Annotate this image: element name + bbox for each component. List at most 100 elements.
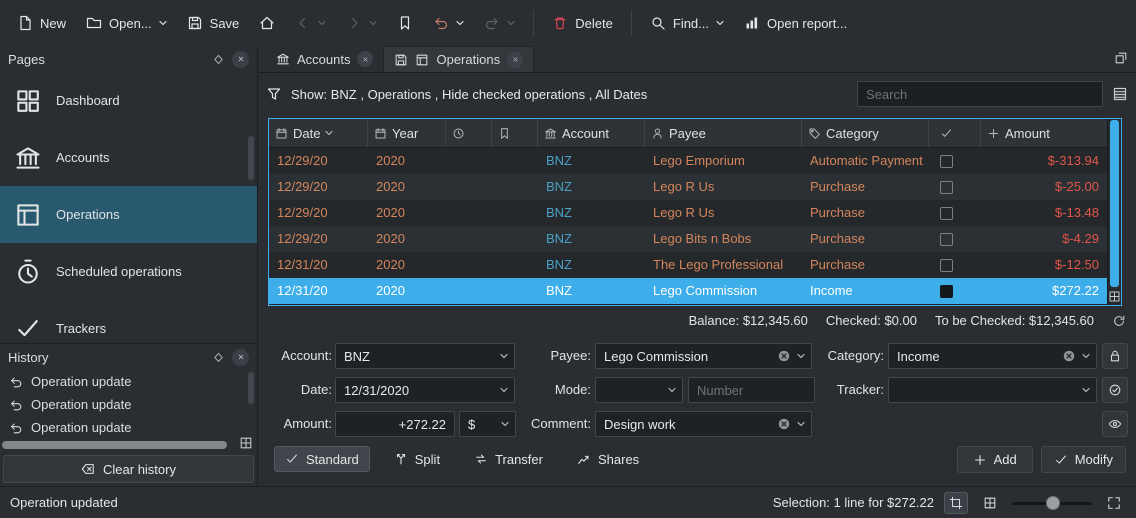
- column-header-account[interactable]: Account: [538, 119, 645, 147]
- payee-combobox[interactable]: Lego Commission: [595, 343, 812, 369]
- sidebar-item-scheduled-operations[interactable]: Scheduled operations: [0, 243, 257, 300]
- back-button[interactable]: [286, 8, 335, 38]
- table-row[interactable]: 12/29/20 2020 BNZ Lego Emporium Automati…: [269, 148, 1107, 174]
- home-button[interactable]: [250, 8, 284, 38]
- calendar-icon: [275, 127, 288, 140]
- sidebar-item-trackers[interactable]: Trackers: [0, 300, 257, 343]
- search-icon: [650, 15, 666, 31]
- date-combobox[interactable]: 12/31/2020: [335, 377, 515, 403]
- history-scrollbar[interactable]: [248, 372, 254, 404]
- column-header-checked[interactable]: [929, 119, 981, 147]
- table-row-selected[interactable]: 12/31/20 2020 BNZ Lego Commission Income…: [269, 278, 1107, 304]
- undo-button[interactable]: [424, 8, 473, 38]
- close-panel-button[interactable]: [232, 51, 249, 68]
- tab-operations[interactable]: Operations: [383, 46, 534, 72]
- column-header-amount[interactable]: Amount: [981, 119, 1107, 147]
- column-header-payee[interactable]: Payee: [645, 119, 802, 147]
- column-header-bookmark[interactable]: [492, 119, 538, 147]
- column-header-date[interactable]: Date: [269, 119, 368, 147]
- freeze-button[interactable]: [1102, 343, 1128, 369]
- dashboard-icon: [14, 87, 42, 115]
- table-scrollbar-thumb[interactable]: [1110, 120, 1119, 287]
- auto-resize-button[interactable]: [944, 492, 968, 514]
- detach-tab-icon[interactable]: [1114, 51, 1128, 65]
- plus-icon: [987, 127, 1000, 140]
- bank-icon: [14, 144, 42, 172]
- zoom-slider-handle[interactable]: [1046, 496, 1060, 510]
- redo-button[interactable]: [475, 8, 524, 38]
- table-row[interactable]: 12/29/20 2020 BNZ Lego Bits n Bobs Purch…: [269, 226, 1107, 252]
- forward-button[interactable]: [337, 8, 386, 38]
- clear-field-icon[interactable]: [777, 417, 791, 431]
- column-header-schedule[interactable]: [446, 119, 492, 147]
- configure-columns-icon: [1108, 290, 1121, 303]
- sidebar-item-operations[interactable]: Operations: [0, 186, 257, 243]
- view-configure-icon[interactable]: [1112, 86, 1128, 102]
- table-row[interactable]: 12/31/20 2020 BNZ The Lego Professional …: [269, 252, 1107, 278]
- fast-edition-button[interactable]: [1102, 411, 1128, 437]
- mode-combobox[interactable]: [595, 377, 683, 403]
- column-header-year[interactable]: Year: [368, 119, 446, 147]
- modify-button[interactable]: Modify: [1041, 446, 1126, 473]
- clear-field-icon[interactable]: [1062, 349, 1076, 363]
- category-combobox[interactable]: Income: [888, 343, 1097, 369]
- clear-history-button[interactable]: Clear history: [3, 455, 254, 483]
- pages-scrollbar[interactable]: [248, 136, 254, 180]
- sidebar-item-dashboard[interactable]: Dashboard: [0, 72, 257, 129]
- table-row[interactable]: 12/29/20 2020 BNZ Lego R Us Purchase $-1…: [269, 200, 1107, 226]
- close-panel-button[interactable]: [232, 349, 249, 366]
- column-header-category[interactable]: Category: [802, 119, 929, 147]
- checked-checkbox[interactable]: [940, 259, 953, 272]
- float-panel-icon[interactable]: [212, 351, 225, 364]
- unit-combobox[interactable]: $: [459, 411, 516, 437]
- delete-button[interactable]: Delete: [543, 8, 622, 38]
- history-horizontal-scrollbar[interactable]: [2, 440, 233, 450]
- chevron-down-icon: [797, 421, 805, 427]
- checked-checkbox[interactable]: [940, 285, 953, 298]
- save-button[interactable]: Save: [178, 8, 249, 38]
- table-settings-button[interactable]: [978, 492, 1002, 514]
- standard-type-button[interactable]: Standard: [274, 446, 370, 472]
- checked-checkbox[interactable]: [940, 155, 953, 168]
- new-button[interactable]: New: [8, 8, 75, 38]
- clear-field-icon[interactable]: [777, 349, 791, 363]
- history-configure-icon[interactable]: [239, 436, 253, 450]
- zoom-fit-button[interactable]: [1102, 492, 1126, 514]
- shares-type-button[interactable]: Shares: [567, 446, 649, 472]
- tab-close-button[interactable]: [507, 52, 523, 68]
- checked-checkbox[interactable]: [940, 207, 953, 220]
- open-report-button[interactable]: Open report...: [735, 8, 856, 38]
- history-item[interactable]: Operation update: [0, 393, 257, 416]
- bookmark-button[interactable]: [388, 8, 422, 38]
- history-item[interactable]: Operation update: [0, 416, 257, 439]
- float-panel-icon[interactable]: [212, 53, 225, 66]
- configure-columns-button[interactable]: [1108, 288, 1121, 305]
- comment-combobox[interactable]: Design work: [595, 411, 812, 437]
- history-item[interactable]: Operation update: [0, 370, 257, 393]
- checked-checkbox[interactable]: [940, 181, 953, 194]
- lock-icon: [1108, 349, 1122, 363]
- history-panel: History Operation update Operation updat…: [0, 343, 257, 486]
- history-horizontal-scrollbar-thumb[interactable]: [2, 441, 227, 449]
- sidebar-item-accounts[interactable]: Accounts: [0, 129, 257, 186]
- split-type-button[interactable]: Split: [384, 446, 450, 472]
- add-button[interactable]: Add: [957, 446, 1033, 473]
- tab-accounts[interactable]: Accounts: [266, 46, 383, 72]
- validate-button[interactable]: [1102, 377, 1128, 403]
- filter-bar: Show: BNZ , Operations , Hide checked op…: [266, 80, 1128, 108]
- table-scrollbar[interactable]: [1107, 119, 1121, 305]
- open-button[interactable]: Open...: [77, 8, 176, 38]
- account-combobox[interactable]: BNZ: [335, 343, 515, 369]
- refresh-icon[interactable]: [1112, 314, 1126, 328]
- transfer-type-button[interactable]: Transfer: [464, 446, 553, 472]
- zoom-slider[interactable]: [1012, 492, 1092, 514]
- checked-checkbox[interactable]: [940, 233, 953, 246]
- tracker-combobox[interactable]: [888, 377, 1097, 403]
- amount-input[interactable]: [335, 411, 455, 437]
- caret-down-icon: [369, 20, 377, 26]
- tab-close-button[interactable]: [357, 51, 373, 67]
- number-input[interactable]: [688, 377, 815, 403]
- search-input[interactable]: [857, 81, 1103, 107]
- table-row[interactable]: 12/29/20 2020 BNZ Lego R Us Purchase $-2…: [269, 174, 1107, 200]
- find-button[interactable]: Find...: [641, 8, 733, 38]
